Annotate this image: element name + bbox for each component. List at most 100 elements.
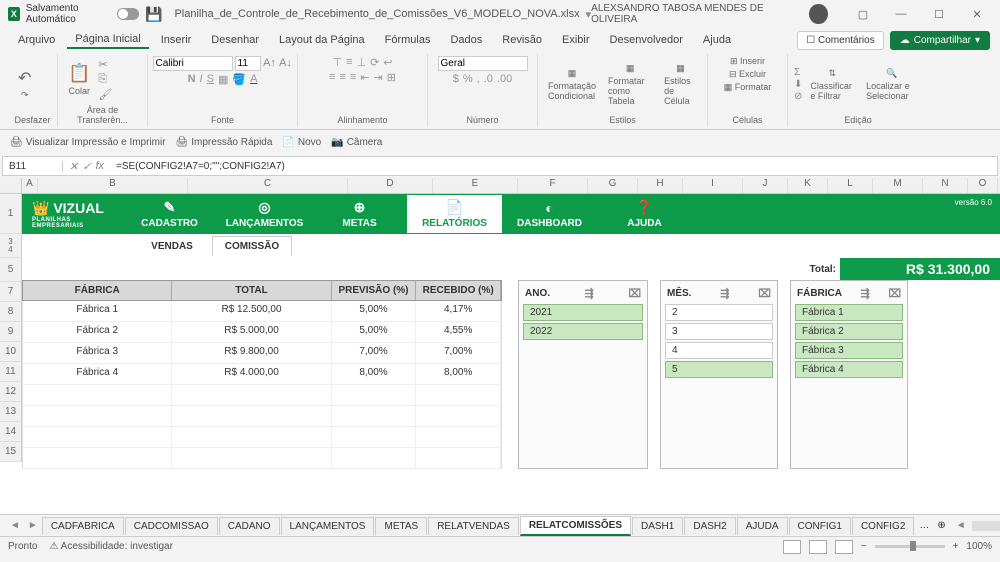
subtab-comissao[interactable]: COMISSÃO (212, 236, 292, 256)
zoom-value[interactable]: 100% (966, 541, 992, 552)
table-row[interactable] (22, 406, 502, 427)
cut-icon[interactable]: ✂ (98, 58, 112, 71)
zoom-in-icon[interactable]: + (953, 541, 959, 552)
align-left-icon[interactable]: ≡ (329, 71, 335, 84)
slicer-multi-icon[interactable]: ⇶ (720, 287, 729, 300)
font-grow-icon[interactable]: A↑ (263, 56, 277, 70)
align-bot-icon[interactable]: ⊥ (356, 56, 366, 69)
menu-dados[interactable]: Dados (442, 32, 490, 48)
menu-desenvolvedor[interactable]: Desenvolvedor (602, 32, 691, 48)
menu-ajuda[interactable]: Ajuda (695, 32, 739, 48)
format-table-button[interactable]: ▦Formatar como Tabela (604, 61, 656, 108)
format-painter-icon[interactable]: 🖌 (98, 88, 112, 101)
tab-nav-next-icon[interactable]: ► (24, 520, 42, 531)
table-row[interactable] (22, 385, 502, 406)
sheet-tab[interactable]: METAS (375, 517, 427, 535)
slicer-item[interactable]: 3 (665, 323, 773, 340)
slicer-item[interactable]: Fábrica 1 (795, 304, 903, 321)
cell-styles-button[interactable]: ▦Estilos de Célula (660, 61, 701, 108)
slicer-item[interactable]: Fábrica 2 (795, 323, 903, 340)
slicer-item[interactable]: Fábrica 3 (795, 342, 903, 359)
align-center-icon[interactable]: ≡ (339, 71, 345, 84)
sort-filter-button[interactable]: ⇅Classificar e Filtrar (806, 66, 858, 103)
col-K[interactable]: K (788, 178, 828, 193)
table-row[interactable]: Fábrica 1R$ 12.500,005,00%4,17% (22, 301, 502, 322)
new-button[interactable]: 📄 Novo (282, 137, 321, 148)
col-D[interactable]: D (348, 178, 433, 193)
find-select-button[interactable]: 🔍Localizar e Selecionar (862, 66, 922, 103)
enter-formula-icon[interactable]: ✓ (82, 160, 91, 173)
menu-pagina-inicial[interactable]: Página Inicial (67, 31, 148, 49)
font-shrink-icon[interactable]: A↓ (279, 56, 293, 70)
sheet-tab[interactable]: CONFIG1 (789, 517, 851, 535)
underline-icon[interactable]: S (207, 73, 214, 86)
nav-ajuda[interactable]: ❓AJUDA (597, 195, 692, 233)
col-C[interactable]: C (188, 178, 348, 193)
dec-inc-icon[interactable]: .0 (484, 73, 493, 85)
slicer-item[interactable]: 2021 (523, 304, 643, 321)
italic-icon[interactable]: I (200, 73, 203, 86)
ribbon-options-icon[interactable]: ▢ (848, 4, 878, 24)
format-cells-button[interactable]: ▦ Formatar (724, 82, 772, 93)
fill-icon[interactable]: ⬇ (794, 79, 802, 90)
autosum-icon[interactable]: Σ (794, 67, 802, 78)
orient-icon[interactable]: ⟳ (370, 56, 379, 69)
col-B[interactable]: B (38, 178, 188, 193)
status-accessibility[interactable]: ⚠ Acessibilidade: investigar (49, 541, 172, 552)
table-row[interactable]: Fábrica 2R$ 5.000,005,00%4,55% (22, 322, 502, 343)
sheet-tab[interactable]: LANÇAMENTOS (281, 517, 375, 535)
align-top-icon[interactable]: ⊤ (332, 56, 342, 69)
nav-dashboard[interactable]: ◐DASHBOARD (502, 196, 597, 233)
zoom-slider[interactable] (875, 545, 945, 548)
minimize-icon[interactable]: — (886, 4, 916, 24)
table-row[interactable] (22, 427, 502, 448)
wrap-icon[interactable]: ↩ (383, 56, 392, 69)
nav-relatorios[interactable]: 📄RELATÓRIOS (407, 195, 502, 233)
slicer-multi-icon[interactable]: ⇶ (585, 287, 594, 300)
align-mid-icon[interactable]: ≡ (346, 56, 352, 69)
bold-icon[interactable]: N (188, 73, 196, 86)
clear-icon[interactable]: ⊘ (794, 91, 802, 102)
quick-print-button[interactable]: 🖨 Impressão Rápida (176, 137, 273, 148)
col-I[interactable]: I (683, 178, 743, 193)
dec-dec-icon[interactable]: .00 (497, 73, 512, 85)
sheet-tab[interactable]: CADCOMISSAO (125, 517, 218, 535)
close-icon[interactable]: ✕ (962, 4, 992, 24)
sheet-tab[interactable]: AJUDA (737, 517, 788, 535)
font-size[interactable] (235, 56, 261, 71)
sheet-tab[interactable]: CADANO (219, 517, 280, 535)
slicer-item[interactable]: 2022 (523, 323, 643, 340)
slicer-item[interactable]: Fábrica 4 (795, 361, 903, 378)
formula-input[interactable]: =SE(CONFIG2!A7=0;"";CONFIG2!A7) (110, 161, 997, 172)
view-layout-icon[interactable] (809, 540, 827, 554)
sheet-tab[interactable]: RELATCOMISSÕES (520, 516, 631, 536)
save-icon[interactable]: 💾 (145, 6, 162, 23)
subtab-vendas[interactable]: VENDAS (132, 237, 212, 256)
sheet-tab[interactable]: RELATVENDAS (428, 517, 519, 535)
share-button[interactable]: ☁ Compartilhar ▾ (890, 31, 990, 50)
sheet-tab[interactable]: DASH2 (684, 517, 735, 535)
slicer-item[interactable]: 2 (665, 304, 773, 321)
slicer-item[interactable]: 5 (665, 361, 773, 378)
copy-icon[interactable]: ⎘ (98, 73, 112, 86)
col-H[interactable]: H (638, 178, 683, 193)
currency-icon[interactable]: $ (453, 73, 459, 85)
col-N[interactable]: N (923, 178, 968, 193)
avatar[interactable] (809, 4, 828, 24)
autosave-toggle[interactable]: Salvamento Automático (26, 3, 139, 25)
col-E[interactable]: E (433, 178, 518, 193)
slicer-multi-icon[interactable]: ⇶ (861, 287, 870, 300)
sheet-tab[interactable]: CONFIG2 (852, 517, 914, 535)
comma-icon[interactable]: , (477, 73, 480, 85)
col-A[interactable]: A (22, 178, 38, 193)
col-L[interactable]: L (828, 178, 873, 193)
maximize-icon[interactable]: ☐ (924, 4, 954, 24)
sheet-tab[interactable]: CADFABRICA (42, 517, 124, 535)
paste-button[interactable]: 📋Colar (64, 61, 94, 98)
col-J[interactable]: J (743, 178, 788, 193)
slicer-item[interactable]: 4 (665, 342, 773, 359)
font-select[interactable] (153, 56, 233, 71)
menu-desenhar[interactable]: Desenhar (203, 32, 267, 48)
slicer-clear-icon[interactable]: ⌧ (758, 287, 771, 300)
font-color-icon[interactable]: A (250, 73, 257, 86)
